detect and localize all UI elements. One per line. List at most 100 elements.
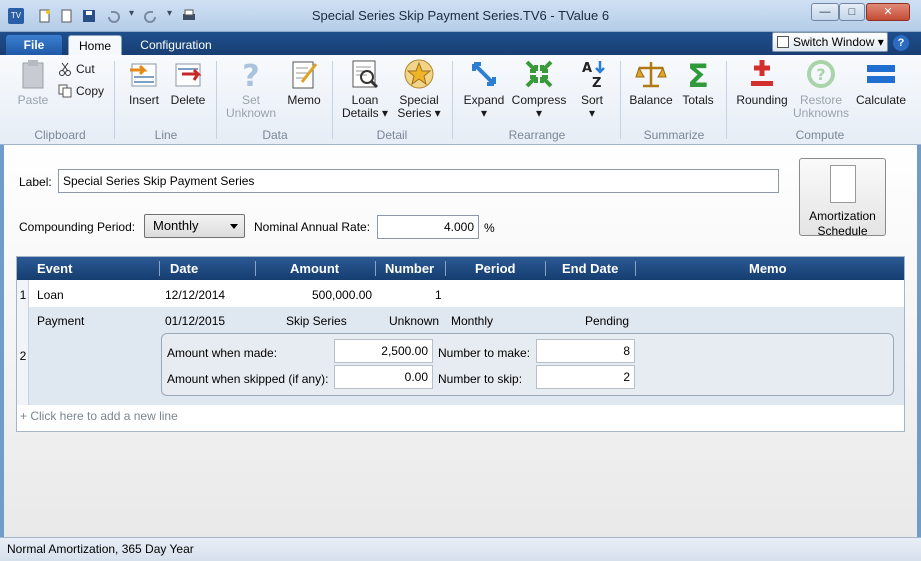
number-to-skip-input[interactable]: 2 [536,365,635,389]
cut-label: Cut [76,62,95,76]
close-button[interactable]: ✕ [866,3,910,21]
amortization-label-1: Amortization [809,209,876,223]
label-input[interactable]: Special Series Skip Payment Series [58,169,779,193]
amortization-schedule-button[interactable]: Amortization Schedule [799,158,886,238]
clipboard-group-label: Clipboard [34,128,86,142]
sort-label: Sort [580,93,603,107]
compress-button[interactable]: Compress ▾ [510,58,568,120]
special-series-button[interactable]: Special Series ▾ [394,58,444,120]
maximize-button[interactable]: □ [839,3,865,21]
group-divider [216,61,217,139]
column-divider [445,261,446,276]
compress-arrows-icon [525,60,553,88]
restore-unknowns-button[interactable]: ? Restore Unknowns [792,58,850,120]
column-memo[interactable]: Memo [749,261,787,276]
insert-button[interactable]: Insert [124,58,164,107]
cell-event[interactable]: Loan [37,288,64,302]
schedule-document-icon [830,165,856,203]
sigma-icon: Σ [687,58,709,90]
row-number: 1 [19,288,27,302]
totals-button[interactable]: Σ Totals [678,58,718,107]
restore-label-2: Unknowns [792,106,850,120]
loan-details-label-2: Details ▾ [341,106,389,120]
copy-button[interactable]: Copy [58,83,104,99]
scissors-icon [59,62,71,76]
svg-text:?: ? [816,65,825,84]
restore-label-1: Restore [799,93,843,107]
cell-number[interactable]: Unknown [389,314,439,328]
amount-when-made-input[interactable]: 2,500.00 [334,339,433,363]
amortization-label-2: Schedule [817,224,868,238]
calculate-button[interactable]: Calculate [854,58,908,107]
restore-icon: ? [807,60,835,88]
amount-when-skipped-input[interactable]: 0.00 [334,365,433,389]
minimize-button[interactable]: — [811,3,839,21]
column-event[interactable]: Event [37,261,72,276]
help-button[interactable]: ? [893,35,909,51]
number-to-make-input[interactable]: 8 [536,339,635,363]
ribbon: Paste Cut Copy Clipboard Insert Delete L… [0,55,921,145]
cell-event[interactable]: Payment [37,314,84,328]
sort-button[interactable]: AZ Sort ▾ [572,58,612,120]
memo-label: Memo [287,93,321,107]
column-divider [635,261,636,276]
svg-text:?: ? [242,59,259,90]
rate-unit: % [484,221,495,235]
cell-amount[interactable]: 500,000.00 [312,288,372,302]
tab-file[interactable]: File [6,35,62,55]
loan-details-label-1: Loan [351,93,379,107]
compounding-period-value: Monthly [153,218,199,233]
rounding-button[interactable]: Rounding [734,58,790,107]
compounding-period-caption: Compounding Period: [19,220,136,234]
column-divider [255,261,256,276]
memo-button[interactable]: Memo [284,58,324,107]
paste-label: Paste [17,93,49,107]
number-to-make-label: Number to make: [438,346,531,360]
nominal-rate-input[interactable]: 4.000 [377,215,479,239]
cell-period[interactable]: Monthly [451,314,493,328]
compounding-period-select[interactable]: Monthly [144,214,245,238]
expand-button[interactable]: Expand ▾ [460,58,508,120]
loan-details-button[interactable]: Loan Details ▾ [340,58,390,120]
set-unknown-button[interactable]: ? Set Unknown [222,58,280,120]
amount-when-made-label: Amount when made: [167,346,278,360]
column-divider [375,261,376,276]
cell-number[interactable]: 1 [435,288,442,302]
rearrange-group-label: Rearrange [508,128,566,142]
ribbon-tab-bar: File Home Configuration Switch Window ▾ … [0,32,921,56]
question-mark-icon: ? [242,59,259,90]
scales-icon [635,62,667,88]
cell-date[interactable]: 01/12/2015 [165,314,225,328]
amount-when-skipped-label: Amount when skipped (if any): [167,372,329,386]
grid-header: Event Date Amount Number Period End Date… [17,257,904,280]
insert-label: Insert [128,93,159,107]
delete-button[interactable]: Delete [168,58,208,107]
balance-button[interactable]: Balance [628,58,674,107]
special-series-label-2: Series ▾ [397,106,441,120]
paste-icon [22,60,44,89]
summarize-group-label: Summarize [643,128,705,142]
switch-window-button[interactable]: Switch Window ▾ [772,32,888,52]
tab-home[interactable]: Home [68,35,122,56]
add-new-line-row[interactable]: + Click here to add a new line [20,409,178,423]
paste-button[interactable]: Paste [14,58,52,107]
status-bar: Normal Amortization, 365 Day Year [0,537,921,561]
special-series-label-1: Special [399,93,439,107]
group-divider [726,61,727,139]
column-number[interactable]: Number [385,261,434,276]
cut-button[interactable]: Cut [58,61,95,77]
star-icon [404,59,434,89]
special-series-panel: Amount when made: 2,500.00 Amount when s… [161,333,894,396]
tab-configuration[interactable]: Configuration [130,35,222,55]
column-amount[interactable]: Amount [290,261,339,276]
cell-amount[interactable]: Skip Series [286,314,347,328]
cell-date[interactable]: 12/12/2014 [165,288,225,302]
balance-label: Balance [629,93,673,107]
column-date[interactable]: Date [170,261,198,276]
equals-icon [867,65,895,83]
row-number: 2 [19,349,27,363]
column-period[interactable]: Period [475,261,515,276]
calculate-label: Calculate [855,93,907,107]
column-end-date[interactable]: End Date [562,261,618,276]
cell-end-date[interactable]: Pending [585,314,629,328]
